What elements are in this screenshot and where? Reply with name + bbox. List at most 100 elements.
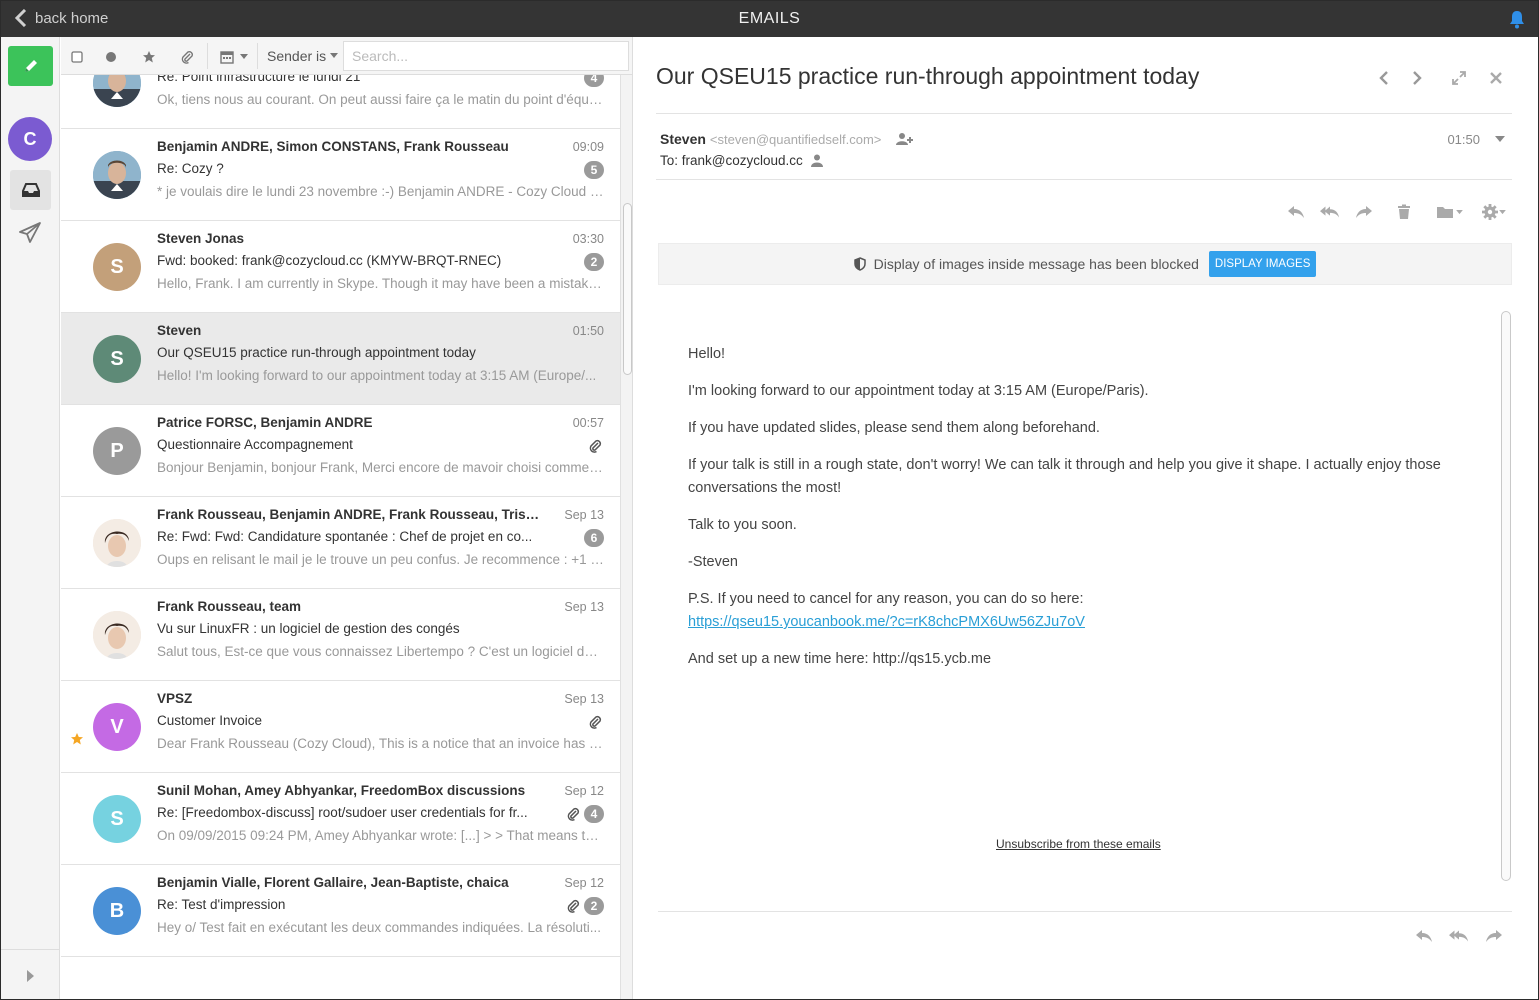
message-row[interactable]: S Steven Jonas 03:30 Fwd: booked: frank@coz… (61, 221, 620, 313)
left-rail: C (1, 37, 60, 999)
footer-reply-all-button[interactable] (1449, 927, 1469, 945)
reply-icon (1416, 930, 1432, 942)
search-input[interactable] (343, 41, 629, 71)
message-row[interactable]: V VPSZ Sep 13 Customer Invoice Dear Frank Ro… (61, 681, 620, 773)
date-filter[interactable] (217, 49, 251, 65)
list-scrollbar[interactable] (620, 75, 632, 999)
thread-count-badge: 6 (584, 529, 604, 547)
select-all-checkbox[interactable] (69, 49, 85, 65)
message-time: 03:30 (572, 232, 604, 246)
body-scrollbar[interactable] (1500, 299, 1512, 893)
message-subject: Re: [Freedombox-discuss] root/sudoer use… (157, 805, 528, 820)
body-paragraph: And set up a new time here: http://qs15.… (688, 651, 992, 667)
sent-button[interactable] (15, 218, 45, 248)
sender-filter-dropdown[interactable]: Sender is (267, 48, 339, 64)
top-bar: back home EMAILS (1, 1, 1538, 37)
message-subject: Fwd: booked: frank@cozycloud.cc (KMYW-BR… (157, 253, 502, 268)
bell-icon[interactable] (1508, 9, 1526, 29)
message-subject: Re: Test d'impression (157, 897, 286, 912)
message-row[interactable]: Benjamin ANDRE, Simon CONSTANS, Frank Ro… (61, 129, 620, 221)
forward-button[interactable] (1354, 203, 1374, 221)
add-contact-icon[interactable] (895, 132, 915, 146)
reply-button[interactable] (1286, 203, 1306, 221)
mail-time: 01:50 (1447, 132, 1480, 147)
details-caret-icon[interactable] (1495, 135, 1505, 143)
message-row[interactable]: Frank Rousseau, team Sep 13 Vu sur LinuxFR… (61, 589, 620, 681)
unsubscribe-link[interactable]: Unsubscribe from these emails (996, 837, 1161, 851)
checkbox-icon (71, 51, 83, 63)
reply-all-button[interactable] (1320, 203, 1340, 221)
inbox-icon (21, 183, 40, 197)
toolbar-separator (207, 43, 208, 69)
thread-count-badge: 5 (584, 161, 604, 179)
message-from: Benjamin Vialle, Florent Gallaire, Jean-… (157, 875, 509, 890)
rail-divider (1, 949, 60, 950)
previous-mail-icon[interactable] (1376, 70, 1392, 86)
message-preview: Ok, tiens nous au courant. On peut aussi… (157, 92, 604, 107)
avatar-photo (93, 75, 141, 107)
body-paragraph: -Steven (688, 554, 738, 570)
cancel-link[interactable]: https://qseu15.youcanbook.me/?c=rK8chcPM… (688, 614, 1085, 630)
message-subject: Our QSEU15 practice run-through appointm… (157, 345, 476, 360)
toolbar-separator (257, 43, 258, 69)
thread-count-badge: 2 (584, 897, 604, 915)
avatar: S (93, 335, 141, 383)
message-preview: Hello, Frank. I am currently in Skype. T… (157, 276, 604, 291)
message-row[interactable]: B Benjamin Vialle, Florent Gallaire, Jean… (61, 865, 620, 957)
list-scrollbar-thumb[interactable] (623, 203, 632, 375)
message-time: Sep 12 (564, 876, 604, 890)
body-paragraph-ps: P.S. If you need to cancel for any reaso… (688, 588, 1468, 634)
message-list-column: Sender is Benjamin ANDRE, Nicolas Ledez1… (61, 37, 633, 999)
caret-down-icon (1498, 209, 1506, 214)
avatar: S (93, 243, 141, 291)
avatar-photo (93, 519, 141, 567)
footer-forward-button[interactable] (1484, 927, 1504, 945)
more-actions-button[interactable] (1478, 203, 1508, 221)
star-icon[interactable] (70, 732, 84, 746)
message-row[interactable]: S Steven 01:50 Our QSEU15 practice run-thro… (61, 313, 620, 405)
message-row[interactable]: Frank Rousseau, Benjamin ANDRE, Frank Ro… (61, 497, 620, 589)
body-scrollbar-thumb[interactable] (1501, 311, 1511, 881)
message-row[interactable]: S Sunil Mohan, Amey Abhyankar, FreedomBox… (61, 773, 620, 865)
message-time: Sep 13 (564, 692, 604, 706)
contact-icon[interactable] (810, 154, 823, 167)
message-from: Patrice FORSC, Benjamin ANDRE (157, 415, 373, 430)
dot-icon (106, 52, 116, 62)
gear-icon (1481, 204, 1498, 220)
message-subject: Re: Point infrastructure le lundi 21 (157, 75, 361, 84)
star-icon (143, 51, 155, 63)
shield-icon (853, 257, 866, 271)
next-mail-icon[interactable] (1409, 70, 1425, 86)
move-to-folder-button[interactable] (1434, 203, 1464, 221)
message-time: Sep 13 (564, 600, 604, 614)
message-row[interactable]: P Patrice FORSC, Benjamin ANDRE 00:57 Quest… (61, 405, 620, 497)
unread-filter[interactable] (103, 49, 119, 65)
mail-body-frame: Hello! I'm looking forward to our appoin… (658, 299, 1512, 893)
account-avatar[interactable]: C (8, 117, 52, 161)
images-blocked-text: Display of images inside message has bee… (873, 256, 1199, 272)
delete-button[interactable] (1394, 203, 1414, 221)
starred-filter[interactable] (141, 49, 157, 65)
message-time: 09:09 (572, 140, 604, 154)
display-images-button[interactable]: DISPLAY IMAGES (1208, 251, 1317, 277)
footer-reply-button[interactable] (1414, 927, 1434, 945)
message-row[interactable]: Benjamin ANDRE, Nicolas Ledez10:43Re: Po… (61, 75, 620, 129)
inbox-button[interactable] (10, 170, 51, 210)
paperclip-icon (589, 715, 602, 729)
body-paragraph: Hello! (688, 346, 726, 362)
attachment-filter[interactable] (179, 49, 195, 65)
fullscreen-icon[interactable] (1451, 70, 1467, 86)
body-paragraph: If your talk is still in a rough state, … (688, 457, 1441, 496)
compose-button[interactable] (8, 46, 53, 86)
footer-divider (658, 911, 1512, 912)
expand-rail-icon[interactable] (21, 967, 41, 985)
close-icon[interactable] (1488, 70, 1504, 86)
list-toolbar: Sender is (61, 37, 632, 75)
message-list: Benjamin ANDRE, Nicolas Ledez10:43Re: Po… (61, 75, 620, 999)
sender-filter-label: Sender is (267, 48, 327, 64)
message-preview: Bonjour Benjamin, bonjour Frank, Merci e… (157, 460, 604, 475)
paperclip-icon (181, 51, 193, 64)
message-time: 00:57 (572, 416, 604, 430)
message-subject: Customer Invoice (157, 713, 263, 728)
message-from: VPSZ (157, 691, 193, 706)
